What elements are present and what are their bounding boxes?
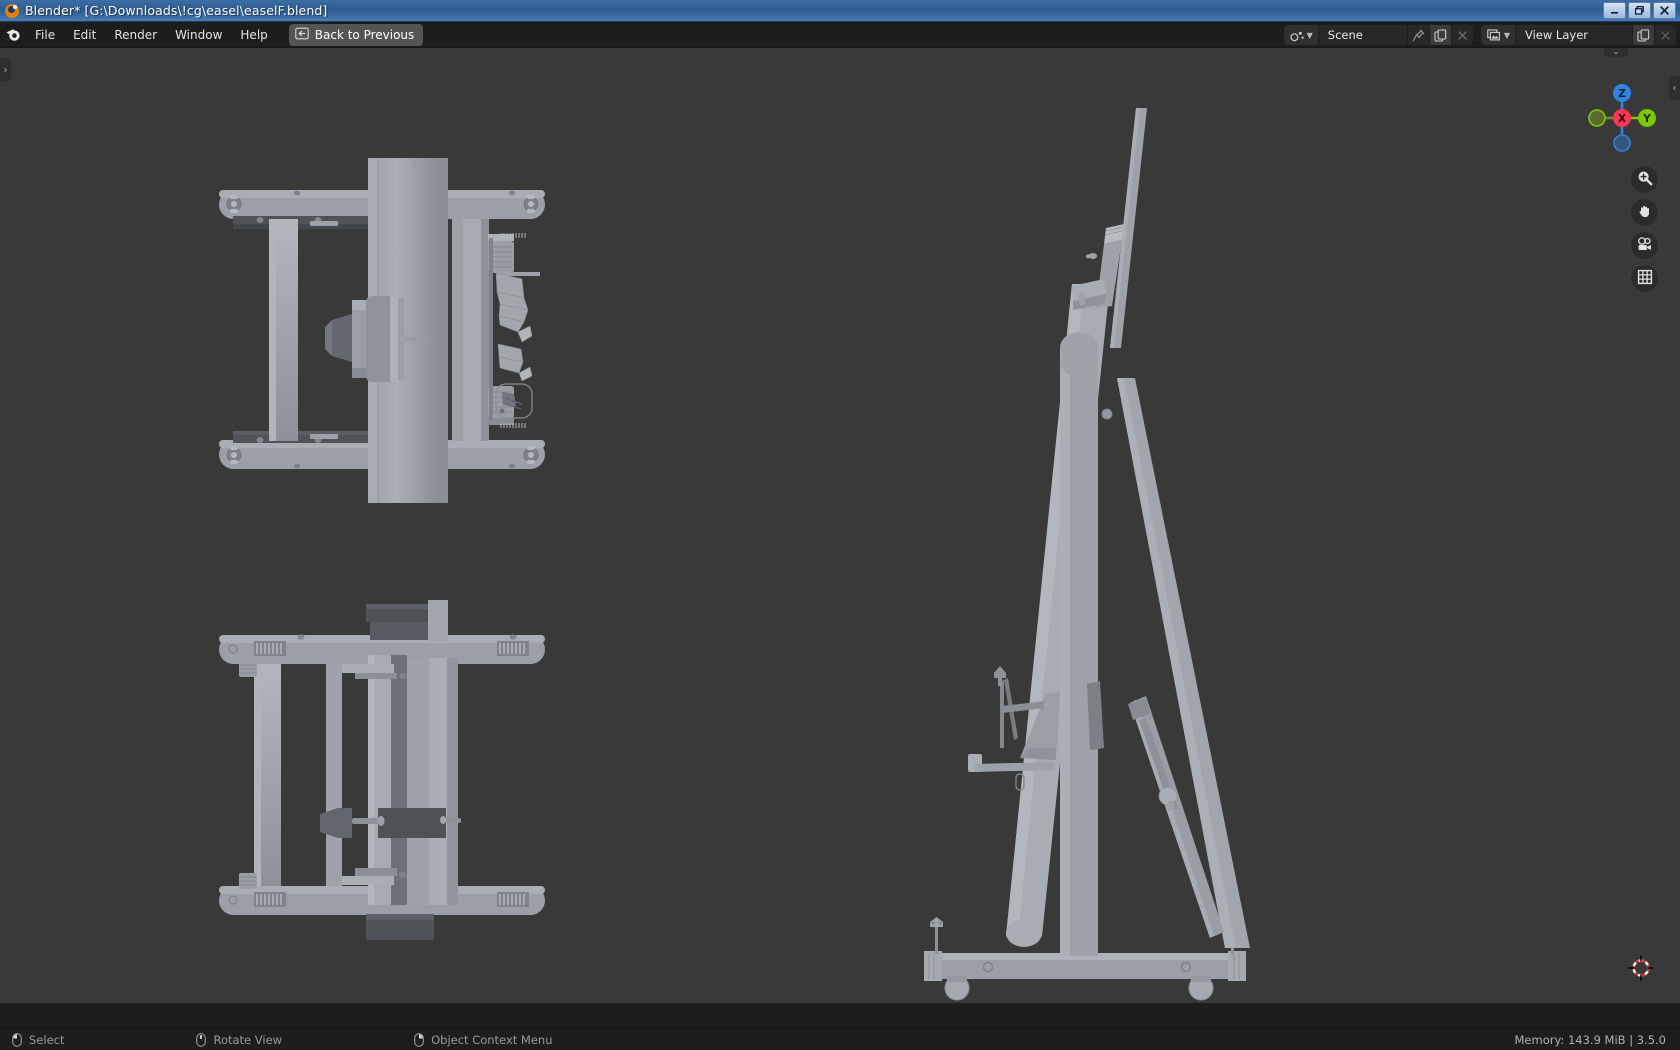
sidebar-toggle-left[interactable]: › [0,58,11,82]
camera-icon [1636,236,1653,256]
status-hint-context-menu-label: Object Context Menu [431,1032,553,1047]
menu-file[interactable]: File [26,25,64,45]
easel-model-top-view [219,108,1250,1001]
scene-name[interactable]: Scene [1319,25,1407,45]
status-hint-select: Select [12,1033,64,1047]
toggle-projection-button[interactable] [1631,265,1658,292]
mouse-right-icon [414,1032,424,1047]
scene-datablock[interactable]: ▼ Scene [1283,25,1473,45]
remove-view-layer-icon[interactable] [1654,25,1676,45]
3d-viewport[interactable]: › ‹ ⌄ Z Y X [0,48,1680,1003]
mouse-middle-icon [196,1032,207,1047]
easel-front-view [219,600,545,940]
navigation-gizmo[interactable]: Z Y X [1582,78,1662,158]
menu-window[interactable]: Window [166,25,231,45]
status-hint-rotate-view-label: Rotate View [213,1032,283,1047]
blender-window-icon [4,3,20,19]
status-hint-select-label: Select [29,1032,65,1047]
view-layer-name[interactable]: View Layer [1516,25,1632,45]
blender-logo-icon[interactable] [0,22,26,48]
menu-render[interactable]: Render [105,25,166,45]
window-titlebar: Blender* [G:\Downloads\!cg\easel\easelF.… [0,0,1680,22]
blender-topbar: File Edit Render Window Help Back to Pre… [0,22,1680,48]
new-scene-icon[interactable] [1428,25,1451,45]
sidebar-toggle-right[interactable]: ‹ [1669,76,1680,100]
pin-icon[interactable] [1406,25,1429,45]
view-layer-datablock[interactable]: ▼ View Layer [1480,25,1676,45]
status-hint-context-menu: Object Context Menu [414,1033,552,1047]
3d-cursor-icon [1628,955,1654,985]
zoom-view-button[interactable] [1631,166,1658,193]
window-controls [1603,2,1676,19]
close-button[interactable] [1653,2,1676,19]
gizmo-ball-neg-y [1588,109,1606,127]
back-to-previous-button[interactable]: Back to Previous [288,23,424,46]
hand-icon [1637,203,1653,223]
minimize-button[interactable] [1603,2,1626,19]
menu-help[interactable]: Help [231,25,276,45]
status-memory-version: Memory: 143.9 MiB | 3.5.0 [1514,1032,1667,1047]
menu-edit[interactable]: Edit [64,25,105,45]
new-view-layer-icon[interactable] [1632,25,1654,45]
gizmo-label-z: Z [1618,88,1626,100]
view-layer-icon[interactable]: ▼ [1480,25,1516,45]
grid-icon [1637,269,1653,289]
topbar-right-group: ▼ Scene ▼ View Layer [1283,25,1676,45]
status-bar: Select Rotate View Object Context Menu M… [0,1028,1680,1050]
back-to-previous-label: Back to Previous [314,27,415,42]
window-title: Blender* [G:\Downloads\!cg\easel\easelF.… [25,3,328,18]
easel-plan-view [219,158,545,503]
clamp-block [320,808,461,838]
magnifier-plus-icon [1637,170,1653,190]
scene-icon[interactable]: ▼ [1283,25,1319,45]
viewport-tool-buttons [1631,166,1658,292]
header-toggle-top[interactable]: ⌄ [1604,48,1628,57]
camera-view-button[interactable] [1631,232,1658,259]
remove-scene-icon[interactable] [1450,25,1473,45]
gizmo-label-x: X [1618,113,1626,125]
move-view-button[interactable] [1631,199,1658,226]
back-to-previous-icon [295,27,309,43]
mouse-left-icon [12,1032,22,1047]
status-hint-rotate-view: Rotate View [196,1033,282,1047]
gizmo-ball-neg-z [1613,134,1631,152]
blender-window: Blender* [G:\Downloads\!cg\easel\easelF.… [0,0,1680,1050]
easel-side-view [924,108,1250,1001]
gizmo-label-y: Y [1642,113,1651,125]
restore-button[interactable] [1628,2,1651,19]
